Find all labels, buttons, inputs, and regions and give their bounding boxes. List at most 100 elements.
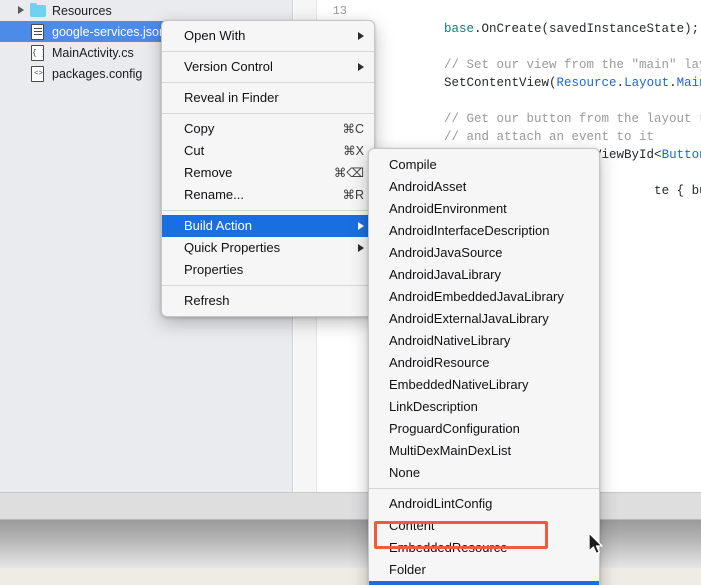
- code-token: Resource: [556, 76, 617, 90]
- menu-item-androidexternaljavalibrary[interactable]: AndroidExternalJavaLibrary: [369, 308, 599, 330]
- menu-item-refresh[interactable]: Refresh: [162, 290, 374, 312]
- menu-item-shortcut: ⌘R: [342, 188, 364, 202]
- submenu-arrow-icon: [358, 63, 364, 71]
- menu-separator: [162, 113, 374, 114]
- menu-item-label: EmbeddedNativeLibrary: [389, 377, 529, 392]
- menu-item-compile[interactable]: Compile: [369, 154, 599, 176]
- menu-item-cut[interactable]: Cut ⌘X: [162, 140, 374, 162]
- menu-item-label: Copy: [184, 121, 215, 136]
- menu-item-label: Cut: [184, 143, 205, 158]
- code-token: te { button.Te: [654, 184, 701, 198]
- menu-item-label: AndroidInterfaceDescription: [389, 223, 550, 238]
- menu-item-androidjavalibrary[interactable]: AndroidJavaLibrary: [369, 264, 599, 286]
- menu-item-androidresource[interactable]: AndroidResource: [369, 352, 599, 374]
- menu-item-androidnativelibrary[interactable]: AndroidNativeLibrary: [369, 330, 599, 352]
- menu-item-label: Folder: [389, 562, 426, 577]
- code-line: // Get our button from the layout re: [354, 110, 701, 128]
- menu-item-shortcut: ⌘C: [342, 122, 364, 136]
- menu-item-embeddednativelibrary[interactable]: EmbeddedNativeLibrary: [369, 374, 599, 396]
- menu-item-version-control[interactable]: Version Control: [162, 56, 374, 78]
- tree-item-label: google-services.json: [52, 24, 166, 39]
- menu-item-androidasset[interactable]: AndroidAsset: [369, 176, 599, 198]
- menu-item-reveal-in-finder[interactable]: Reveal in Finder: [162, 87, 374, 109]
- menu-item-label: AndroidExternalJavaLibrary: [389, 311, 549, 326]
- code-token: base: [444, 22, 475, 36]
- context-menu[interactable]: Open With Version Control Reveal in Finder…: [161, 20, 375, 317]
- tree-item-label: packages.config: [52, 66, 143, 81]
- build-action-submenu[interactable]: Compile AndroidAsset AndroidEnvironment And…: [368, 148, 600, 585]
- menu-item-label: Compile: [389, 157, 437, 172]
- menu-item-proguardconfiguration[interactable]: ProguardConfiguration: [369, 418, 599, 440]
- menu-item-label: LinkDescription: [389, 399, 478, 414]
- menu-item-label: Remove: [184, 165, 233, 180]
- menu-item-androidjavasource[interactable]: AndroidJavaSource: [369, 242, 599, 264]
- menu-item-rename[interactable]: Rename... ⌘R: [162, 184, 374, 206]
- menu-item-properties[interactable]: Properties: [162, 259, 374, 281]
- menu-item-label: MultiDexMainDexList: [389, 443, 512, 458]
- menu-item-androidlintconfig[interactable]: AndroidLintConfig: [369, 493, 599, 515]
- menu-item-googleservicesjson[interactable]: ✓GoogleServicesJson: [369, 581, 599, 585]
- menu-item-androidenvironment[interactable]: AndroidEnvironment: [369, 198, 599, 220]
- menu-item-quick-properties[interactable]: Quick Properties: [162, 237, 374, 259]
- menu-item-label: AndroidResource: [389, 355, 490, 370]
- menu-separator: [162, 210, 374, 211]
- checkmark-icon: ✓: [375, 581, 386, 585]
- code-token: SetContentView(: [354, 76, 557, 90]
- tree-item-resources[interactable]: Resources: [0, 0, 293, 21]
- menu-separator: [162, 51, 374, 52]
- line-number: 13: [332, 4, 347, 18]
- app-screenshot: 1314 base.OnCreate(savedInstanceState); …: [0, 0, 701, 585]
- menu-item-label: AndroidJavaLibrary: [389, 267, 502, 282]
- menu-item-label: Version Control: [184, 59, 273, 74]
- menu-item-androidembeddedjavalibrary[interactable]: AndroidEmbeddedJavaLibrary: [369, 286, 599, 308]
- menu-item-multidexmaindexlist[interactable]: MultiDexMainDexList: [369, 440, 599, 462]
- menu-item-label: Refresh: [184, 293, 230, 308]
- menu-item-remove[interactable]: Remove ⌘⌫: [162, 162, 374, 184]
- menu-item-copy[interactable]: Copy ⌘C: [162, 118, 374, 140]
- menu-item-label: Content: [389, 518, 435, 533]
- code-token: // Set our view from the "main" layo: [444, 58, 701, 72]
- menu-item-build-action[interactable]: Build Action: [162, 215, 374, 237]
- menu-item-label: Build Action: [184, 218, 252, 233]
- menu-item-open-with[interactable]: Open With: [162, 25, 374, 47]
- menu-item-shortcut: ⌘⌫: [333, 166, 364, 180]
- menu-item-folder[interactable]: Folder: [369, 559, 599, 581]
- menu-item-label: AndroidEnvironment: [389, 201, 507, 216]
- code-token: Main: [676, 76, 701, 90]
- menu-item-shortcut: ⌘X: [343, 144, 364, 158]
- code-line: base.OnCreate(savedInstanceState);: [354, 20, 701, 38]
- menu-item-linkdescription[interactable]: LinkDescription: [369, 396, 599, 418]
- menu-item-none[interactable]: None: [369, 462, 599, 484]
- menu-item-label: GoogleServicesJson: [389, 581, 589, 585]
- menu-item-embeddedresource[interactable]: EmbeddedResource: [369, 537, 599, 559]
- menu-item-label: EmbeddedResource: [389, 540, 508, 555]
- code-token: // Get our button from the layout re: [444, 112, 701, 126]
- menu-item-label: Properties: [184, 262, 244, 277]
- submenu-arrow-icon: [358, 222, 364, 230]
- code-token: Layout: [624, 76, 670, 90]
- code-token: .: [669, 76, 677, 90]
- menu-item-label: ProguardConfiguration: [389, 421, 520, 436]
- xml-file-icon: [30, 65, 47, 82]
- menu-item-label: AndroidLintConfig: [389, 496, 493, 511]
- disclosure-triangle-icon[interactable]: [16, 5, 27, 16]
- menu-item-content[interactable]: Content: [369, 515, 599, 537]
- menu-item-label: AndroidEmbeddedJavaLibrary: [389, 289, 564, 304]
- menu-item-label: Rename...: [184, 187, 244, 202]
- code-token: // and attach an event to it: [444, 130, 655, 144]
- code-token: .OnCreate(savedInstanceState);: [474, 22, 700, 36]
- tree-item-label: Resources: [52, 3, 112, 18]
- menu-item-androidinterfacedescription[interactable]: AndroidInterfaceDescription: [369, 220, 599, 242]
- menu-item-label: Reveal in Finder: [184, 90, 279, 105]
- submenu-arrow-icon: [358, 244, 364, 252]
- menu-separator: [369, 488, 599, 489]
- csharp-file-icon: [30, 44, 47, 61]
- code-line: // and attach an event to it: [354, 128, 701, 146]
- menu-item-label: Open With: [184, 28, 246, 43]
- menu-item-label: AndroidAsset: [389, 179, 467, 194]
- menu-item-label: Quick Properties: [184, 240, 281, 255]
- code-line: [354, 2, 701, 20]
